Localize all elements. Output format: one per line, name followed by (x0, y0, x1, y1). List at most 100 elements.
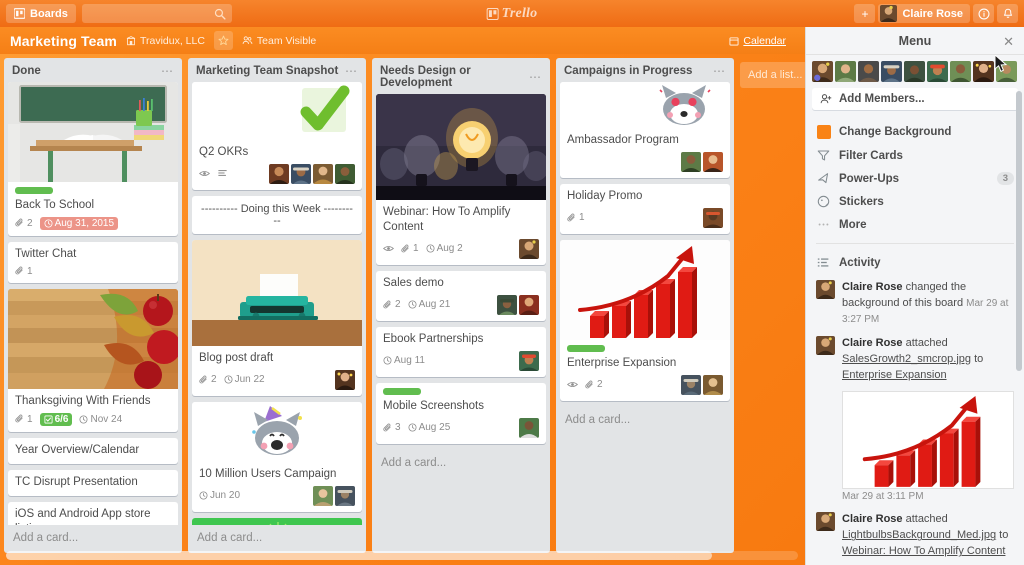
add-list-button[interactable]: Add a list... (740, 62, 806, 88)
avatar[interactable] (497, 294, 517, 315)
activity-card-link[interactable]: Webinar: How To Amplify Content (842, 545, 1005, 557)
add-button[interactable]: + (854, 4, 876, 23)
avatar[interactable] (681, 151, 701, 172)
avatar[interactable] (927, 61, 948, 82)
organization-link[interactable]: Travidux, LLC (126, 35, 205, 47)
avatar[interactable] (681, 374, 701, 395)
card-title: Ambassador Program (567, 134, 679, 146)
search-input[interactable] (81, 4, 232, 23)
sidebar-item-filter-cards[interactable]: Filter Cards (806, 144, 1024, 167)
card-blog-post-draft[interactable]: Blog post draft 2 Jun 22 (192, 239, 362, 396)
card-ebook-partnerships[interactable]: Ebook Partnerships Aug 11 (376, 326, 546, 377)
activity-card-link[interactable]: Enterprise Expansion (842, 369, 947, 381)
avatar[interactable] (519, 294, 539, 315)
avatar[interactable] (812, 61, 833, 82)
avatar[interactable] (703, 207, 723, 228)
card-thanksgiving-with-friends[interactable]: Thanksgiving With Friends 1 6/6 Nov 24 (8, 288, 178, 432)
card-10-million-users-campaign[interactable]: 10 Million Users Campaign Jun 20 (192, 401, 362, 512)
card-q2-okrs[interactable]: Q2 OKRs (192, 82, 362, 190)
avatar[interactable] (269, 163, 289, 184)
avatar[interactable] (858, 61, 879, 82)
avatar[interactable] (519, 238, 539, 259)
sidebar-item-change-background[interactable]: Change Background (806, 120, 1024, 144)
activity-actor[interactable]: Claire Rose (842, 513, 903, 525)
avatar[interactable] (950, 61, 971, 82)
card-twitter-chat[interactable]: Twitter Chat 1 (8, 241, 178, 283)
card-year-overview-calendar[interactable]: Year Overview/Calendar (8, 437, 178, 464)
avatar[interactable] (519, 350, 539, 371)
card-separator-doing-this-week[interactable]: ---------- Doing this Week ---------- (192, 195, 362, 234)
sidebar-item-more[interactable]: More (806, 213, 1024, 236)
scrollbar-thumb[interactable] (6, 551, 712, 560)
card-enterprise-expansion[interactable]: Enterprise Expansion 2 (560, 239, 730, 401)
card-app-store-listings[interactable]: iOS and Android App store listings (8, 501, 178, 525)
star-board-button[interactable] (213, 31, 233, 50)
avatar[interactable] (335, 485, 355, 506)
list-header: Needs Design or Development ⋯ (372, 58, 550, 94)
avatar[interactable] (835, 61, 856, 82)
list-title[interactable]: Done (12, 65, 161, 77)
add-members-button[interactable]: Add Members... (812, 88, 1018, 110)
notifications-button[interactable] (997, 4, 1018, 23)
add-card-button[interactable]: Add a card... (4, 525, 182, 553)
calendar-link[interactable]: Calendar (743, 35, 786, 47)
topbar-right-group: + Claire Rose (854, 4, 1018, 23)
board-visibility[interactable]: Team Visible (242, 35, 316, 47)
list-menu-icon[interactable]: ⋯ (713, 65, 726, 77)
activity-attachment-link[interactable]: LightbulbsBackground_Med.jpg (842, 529, 996, 541)
card-label-green (383, 387, 421, 395)
add-card-button[interactable]: Add a card... (556, 407, 734, 435)
board-horizontal-scrollbar[interactable] (6, 551, 798, 560)
add-card-button[interactable]: Add a card... (372, 450, 550, 478)
list-menu-icon[interactable]: ⋯ (345, 65, 358, 77)
avatar[interactable] (313, 163, 333, 184)
activity-actor[interactable]: Claire Rose (842, 281, 903, 293)
list-title[interactable]: Needs Design or Development (380, 65, 529, 89)
avatar[interactable] (973, 61, 994, 82)
trello-logo[interactable]: Trello (486, 6, 538, 22)
add-card-button[interactable]: Add a card... (188, 525, 366, 553)
avatar[interactable] (313, 485, 333, 506)
card-sales-demo[interactable]: Sales demo 2 Aug 21 (376, 270, 546, 321)
avatar[interactable] (816, 335, 835, 355)
page-title[interactable]: Marketing Team (10, 33, 117, 49)
avatar[interactable] (291, 163, 311, 184)
avatar[interactable] (816, 280, 835, 299)
avatar[interactable] (904, 61, 925, 82)
board-canvas[interactable]: Done ⋯ Back To School 2 Aug 31, 2015 Twi… (0, 54, 806, 565)
avatar[interactable] (816, 512, 835, 532)
sidebar-item-power-ups[interactable]: Power-Ups 3 (806, 167, 1024, 190)
avatar[interactable] (703, 374, 723, 395)
list-title[interactable]: Campaigns in Progress (564, 65, 713, 77)
card-members (519, 350, 539, 371)
card-mobile-screenshots[interactable]: Mobile Screenshots 3 Aug 25 (376, 382, 546, 444)
activity-thumbnail-image[interactable] (842, 390, 1014, 490)
activity-actor[interactable]: Claire Rose (842, 337, 903, 349)
info-icon (978, 8, 989, 19)
card-chegouuuuuu[interactable]: Chegouuuuuu! (192, 517, 362, 525)
list-menu-icon[interactable]: ⋯ (161, 65, 174, 77)
card-back-to-school[interactable]: Back To School 2 Aug 31, 2015 (8, 82, 178, 236)
avatar[interactable] (703, 151, 723, 172)
boards-button[interactable]: Boards (6, 4, 76, 23)
avatar[interactable] (519, 417, 539, 438)
avatar[interactable] (335, 369, 355, 390)
card-ambassador-program[interactable]: Ambassador Program (560, 82, 730, 178)
avatar[interactable] (881, 61, 902, 82)
close-icon[interactable]: ✕ (1003, 34, 1014, 50)
avatar[interactable] (335, 163, 355, 184)
activity-attachment-link[interactable]: SalesGrowth2_smcrop.jpg (842, 353, 971, 365)
activity-text: Claire Rose attached LightbulbsBackgroun… (842, 512, 1014, 560)
list-menu-icon[interactable]: ⋯ (529, 71, 542, 83)
info-button[interactable] (973, 4, 994, 23)
sidebar-item-stickers[interactable]: Stickers (806, 190, 1024, 213)
card-holiday-promo[interactable]: Holiday Promo 1 (560, 183, 730, 234)
organization-icon (126, 35, 136, 45)
list-title[interactable]: Marketing Team Snapshot (196, 65, 345, 77)
user-menu-button[interactable]: Claire Rose (878, 4, 970, 23)
card-webinar-how-to-amplify-content[interactable]: Webinar: How To Amplify Content 1 Aug 2 (376, 94, 546, 265)
attachment-count: 1 (413, 243, 419, 255)
card-tc-disrupt-presentation[interactable]: TC Disrupt Presentation (8, 469, 178, 496)
sidebar-scrollbar[interactable] (1016, 91, 1022, 371)
sidebar-header: Menu ✕ (806, 27, 1024, 55)
